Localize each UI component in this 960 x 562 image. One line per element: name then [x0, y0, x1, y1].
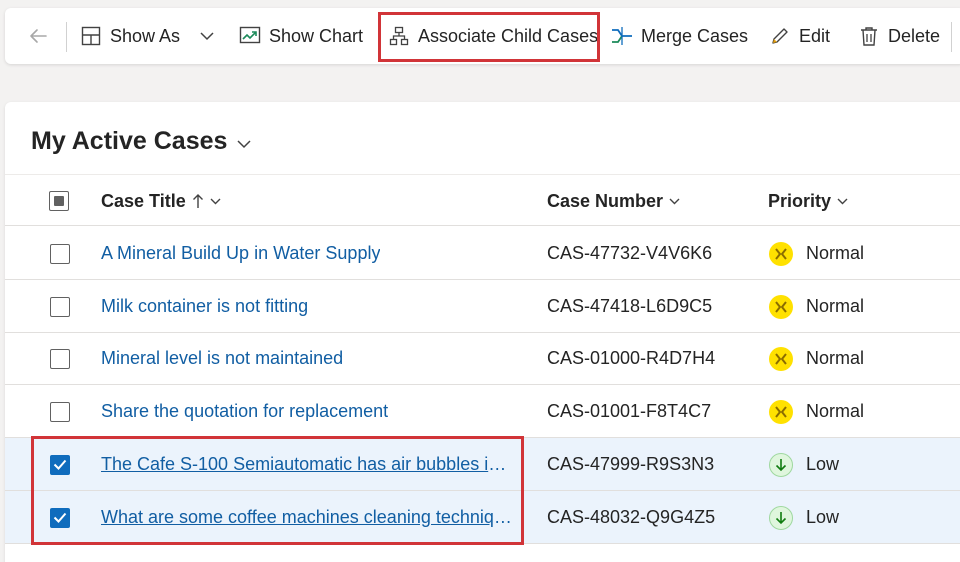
table-row[interactable]: Mineral level is not maintained CAS-01000… — [5, 332, 960, 385]
priority-low-icon — [769, 505, 793, 530]
grid-layout-icon — [80, 25, 102, 47]
page-title: My Active Cases — [31, 127, 228, 155]
row-checkbox[interactable] — [50, 348, 70, 369]
case-number-cell: CAS-01001-F8T4C7 — [547, 385, 711, 438]
table-row[interactable]: Milk container is not fitting CAS-47418-L… — [5, 280, 960, 333]
merge-icon — [611, 25, 633, 47]
merge-cases-label: Merge Cases — [641, 25, 749, 46]
case-number: CAS-47999-R9S3N3 — [547, 454, 715, 474]
grid-header: Case Title Case Number Priority — [5, 174, 960, 226]
priority-label: Normal — [806, 296, 865, 316]
case-title-link[interactable]: Share the quotation for replacement — [101, 401, 388, 422]
case-title-link[interactable]: Mineral level is not maintained — [101, 348, 343, 369]
case-title-cell: Milk container is not fitting — [101, 280, 308, 333]
case-number: CAS-47418-L6D9C5 — [547, 296, 713, 316]
case-title-link[interactable]: Milk container is not fitting — [101, 296, 308, 317]
column-header-priority[interactable]: Priority — [768, 175, 848, 227]
priority-label: Low — [806, 507, 840, 527]
case-number: CAS-01000-R4D7H4 — [547, 348, 716, 368]
priority-cell: Low — [769, 438, 839, 491]
show-as-label: Show As — [110, 25, 181, 46]
sort-ascending-icon — [192, 193, 204, 209]
case-title-cell: Mineral level is not maintained — [101, 332, 343, 385]
case-number-cell: CAS-47418-L6D9C5 — [547, 280, 712, 333]
row-checkbox-cell[interactable] — [50, 280, 70, 333]
show-chart-button[interactable]: Show Chart — [239, 8, 363, 64]
row-checkbox[interactable] — [50, 401, 70, 422]
show-as-button[interactable]: Show As — [80, 8, 214, 64]
row-checkbox-cell[interactable] — [50, 227, 70, 280]
priority-cell: Normal — [769, 385, 864, 438]
priority-normal-icon — [769, 241, 793, 266]
row-checkbox-cell[interactable] — [50, 385, 70, 438]
priority-normal-icon — [769, 399, 793, 424]
priority-cell: Normal — [769, 227, 864, 280]
row-checkbox-cell[interactable] — [50, 332, 70, 385]
edit-label: Edit — [799, 25, 831, 46]
case-number-cell: CAS-47999-R9S3N3 — [547, 438, 714, 491]
chevron-down-icon — [837, 198, 848, 205]
priority-cell: Normal — [769, 332, 864, 385]
case-number: CAS-01001-F8T4C7 — [547, 401, 712, 421]
case-number-cell: CAS-48032-Q9G4Z5 — [547, 491, 715, 544]
chevron-down-icon — [237, 127, 251, 156]
priority-cell: Normal — [769, 280, 864, 333]
back-arrow-icon — [27, 25, 49, 47]
priority-normal-icon — [769, 294, 793, 319]
column-header-case-number[interactable]: Case Number — [547, 175, 680, 227]
delete-label: Delete — [888, 25, 941, 46]
priority-low-icon — [769, 452, 793, 477]
column-header-case-title[interactable]: Case Title — [101, 175, 221, 227]
column-label-case-number: Case Number — [547, 190, 664, 211]
column-label-case-title: Case Title — [101, 190, 186, 211]
row-checkbox[interactable] — [50, 296, 70, 317]
show-chart-label: Show Chart — [269, 25, 364, 46]
priority-label: Normal — [806, 348, 865, 368]
column-label-priority: Priority — [768, 190, 832, 211]
trash-icon — [858, 25, 880, 47]
priority-label: Normal — [806, 401, 865, 421]
view-selector[interactable]: My Active Cases — [31, 127, 251, 156]
priority-cell: Low — [769, 491, 839, 544]
case-number-cell: CAS-01000-R4D7H4 — [547, 332, 715, 385]
priority-label: Low — [806, 454, 840, 474]
merge-cases-button[interactable]: Merge Cases — [611, 8, 748, 64]
chevron-down-icon — [669, 198, 680, 205]
chevron-down-icon — [210, 198, 221, 205]
checkbox-partial[interactable] — [49, 191, 69, 211]
case-number: CAS-48032-Q9G4Z5 — [547, 507, 716, 527]
case-number: CAS-47732-V4V6K6 — [547, 243, 713, 263]
delete-button[interactable]: Delete — [858, 8, 940, 64]
priority-normal-icon — [769, 346, 793, 371]
chart-icon — [239, 25, 261, 47]
row-checkbox[interactable] — [50, 243, 70, 264]
grid-panel: My Active Cases Case Title Case Number P… — [5, 102, 960, 562]
command-bar: Show As Show Chart Associate Child Cases… — [5, 8, 960, 64]
pencil-icon — [769, 25, 791, 47]
chevron-down-icon[interactable] — [200, 31, 214, 41]
table-row[interactable]: A Mineral Build Up in Water Supply CAS-47… — [5, 227, 960, 280]
case-number-cell: CAS-47732-V4V6K6 — [547, 227, 712, 280]
priority-label: Normal — [806, 243, 865, 263]
table-row[interactable]: Share the quotation for replacement CAS-0… — [5, 385, 960, 438]
back-button[interactable] — [27, 8, 57, 64]
case-title-cell: Share the quotation for replacement — [101, 385, 388, 438]
highlight-box-associate — [378, 12, 600, 62]
toolbar-divider — [951, 22, 952, 52]
edit-button[interactable]: Edit — [769, 8, 830, 64]
highlight-box-selected-rows — [31, 436, 524, 545]
case-title-link[interactable]: A Mineral Build Up in Water Supply — [101, 243, 380, 264]
case-title-cell: A Mineral Build Up in Water Supply — [101, 227, 380, 280]
select-all-checkbox[interactable] — [49, 175, 69, 227]
toolbar-divider — [66, 22, 67, 52]
